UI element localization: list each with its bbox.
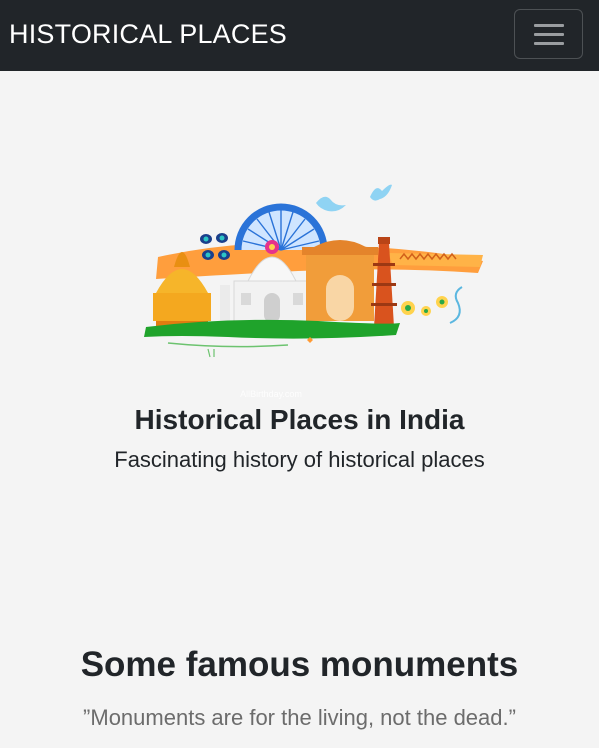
hero-title: Historical Places in India <box>134 404 465 435</box>
hero-subtitle: Fascinating history of historical places <box>114 447 485 472</box>
navbar-brand[interactable]: HISTORICAL PLACES <box>9 17 287 51</box>
india-gate-illustration <box>302 240 378 321</box>
flower-decoration-icon <box>401 286 463 324</box>
ashoka-chakra-icon <box>234 203 328 254</box>
hero-illustration: AllBirthday.com <box>138 175 486 405</box>
monuments-section-title: Some famous monuments <box>80 645 519 684</box>
dove-icon <box>316 184 392 212</box>
india-monuments-illustration: AllBirthday.com <box>144 184 483 399</box>
navbar: HISTORICAL PLACES <box>0 0 599 71</box>
watermark-text: AllBirthday.com <box>240 389 302 399</box>
navbar-toggle-button[interactable] <box>514 9 583 59</box>
monuments-quote: ”Monuments are for the living, not the d… <box>83 705 516 730</box>
